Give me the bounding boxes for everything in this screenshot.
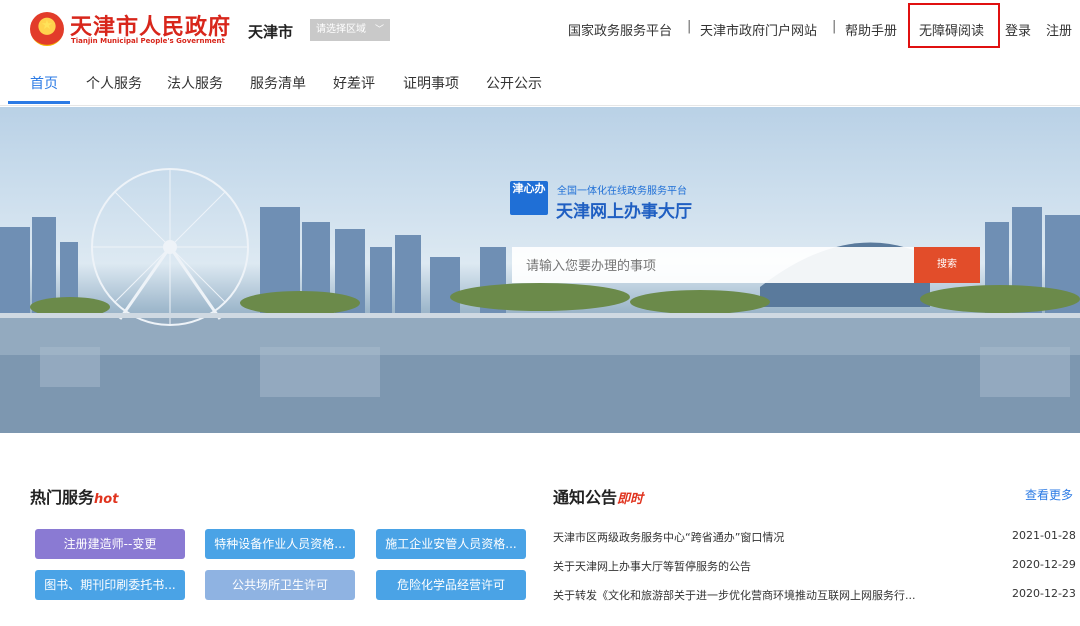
view-more-link[interactable]: 查看更多: [1025, 486, 1073, 503]
nav-personal-services[interactable]: 个人服务: [86, 73, 142, 93]
link-national-platform[interactable]: 国家政务服务平台: [568, 20, 672, 39]
search-input[interactable]: [512, 247, 914, 283]
nav-public-disclosure[interactable]: 公开公示: [486, 73, 542, 93]
notice-date: 2020-12-23: [1012, 587, 1076, 600]
notice-item[interactable]: 关于转发《文化和旅游部关于进一步优化营商环境推动互联网上网服务行...: [553, 587, 973, 603]
hot-services-heading: 热门服务: [30, 488, 95, 507]
current-city: 天津市: [248, 23, 294, 41]
portal-logo-icon: 津心办: [510, 181, 548, 215]
portal-subtitle: 全国一体化在线政务服务平台: [557, 186, 687, 197]
link-separator: |: [832, 19, 837, 34]
national-emblem-icon: [30, 12, 64, 46]
site-logo-subtitle: Tianjin Municipal People's Government: [71, 37, 225, 45]
region-select-placeholder: 请选择区域: [316, 24, 366, 35]
nav-service-list[interactable]: 服务清单: [250, 73, 306, 93]
link-separator: |: [687, 19, 692, 34]
top-header: 天津市人民政府 Tianjin Municipal People's Gover…: [0, 0, 1080, 62]
register-link[interactable]: 注册: [1046, 20, 1072, 39]
service-button[interactable]: 注册建造师--变更: [35, 529, 185, 559]
search-button[interactable]: 搜索: [914, 247, 980, 283]
hot-services-title: 热门服务hot: [30, 484, 118, 508]
region-select[interactable]: 请选择区域 ﹀: [310, 19, 390, 41]
notices-title: 通知公告即时: [553, 484, 643, 508]
nav-evaluation[interactable]: 好差评: [333, 73, 375, 93]
chevron-down-icon: ﹀: [374, 25, 384, 35]
hot-tag: hot: [94, 492, 119, 507]
service-button[interactable]: 特种设备作业人员资格...: [205, 529, 355, 559]
service-button[interactable]: 危险化学品经营许可: [376, 570, 526, 600]
accessible-reading-highlight: [908, 3, 1000, 48]
notices-heading: 通知公告: [553, 488, 618, 507]
service-button[interactable]: 公共场所卫生许可: [205, 570, 355, 600]
notice-date: 2021-01-28: [1012, 529, 1076, 542]
service-button[interactable]: 施工企业安管人员资格...: [376, 529, 526, 559]
main-nav: 首页 个人服务 法人服务 服务清单 好差评 证明事项 公开公示: [0, 62, 1080, 106]
login-link[interactable]: 登录: [1005, 20, 1031, 39]
nav-active-indicator: [8, 101, 70, 104]
nav-corporate-services[interactable]: 法人服务: [167, 73, 223, 93]
nav-home[interactable]: 首页: [30, 73, 58, 93]
nav-certification-items[interactable]: 证明事项: [403, 73, 459, 93]
notice-item[interactable]: 关于天津网上办事大厅等暂停服务的公告: [553, 558, 973, 574]
notice-date: 2020-12-29: [1012, 558, 1076, 571]
link-help-manual[interactable]: 帮助手册: [845, 20, 897, 39]
link-tianjin-portal[interactable]: 天津市政府门户网站: [700, 20, 817, 39]
notice-item[interactable]: 天津市区两级政务服务中心“跨省通办”窗口情况: [553, 529, 973, 545]
portal-title: 天津网上办事大厅: [556, 202, 692, 222]
notices-tag: 即时: [617, 492, 644, 507]
service-button[interactable]: 图书、期刊印刷委托书...: [35, 570, 185, 600]
